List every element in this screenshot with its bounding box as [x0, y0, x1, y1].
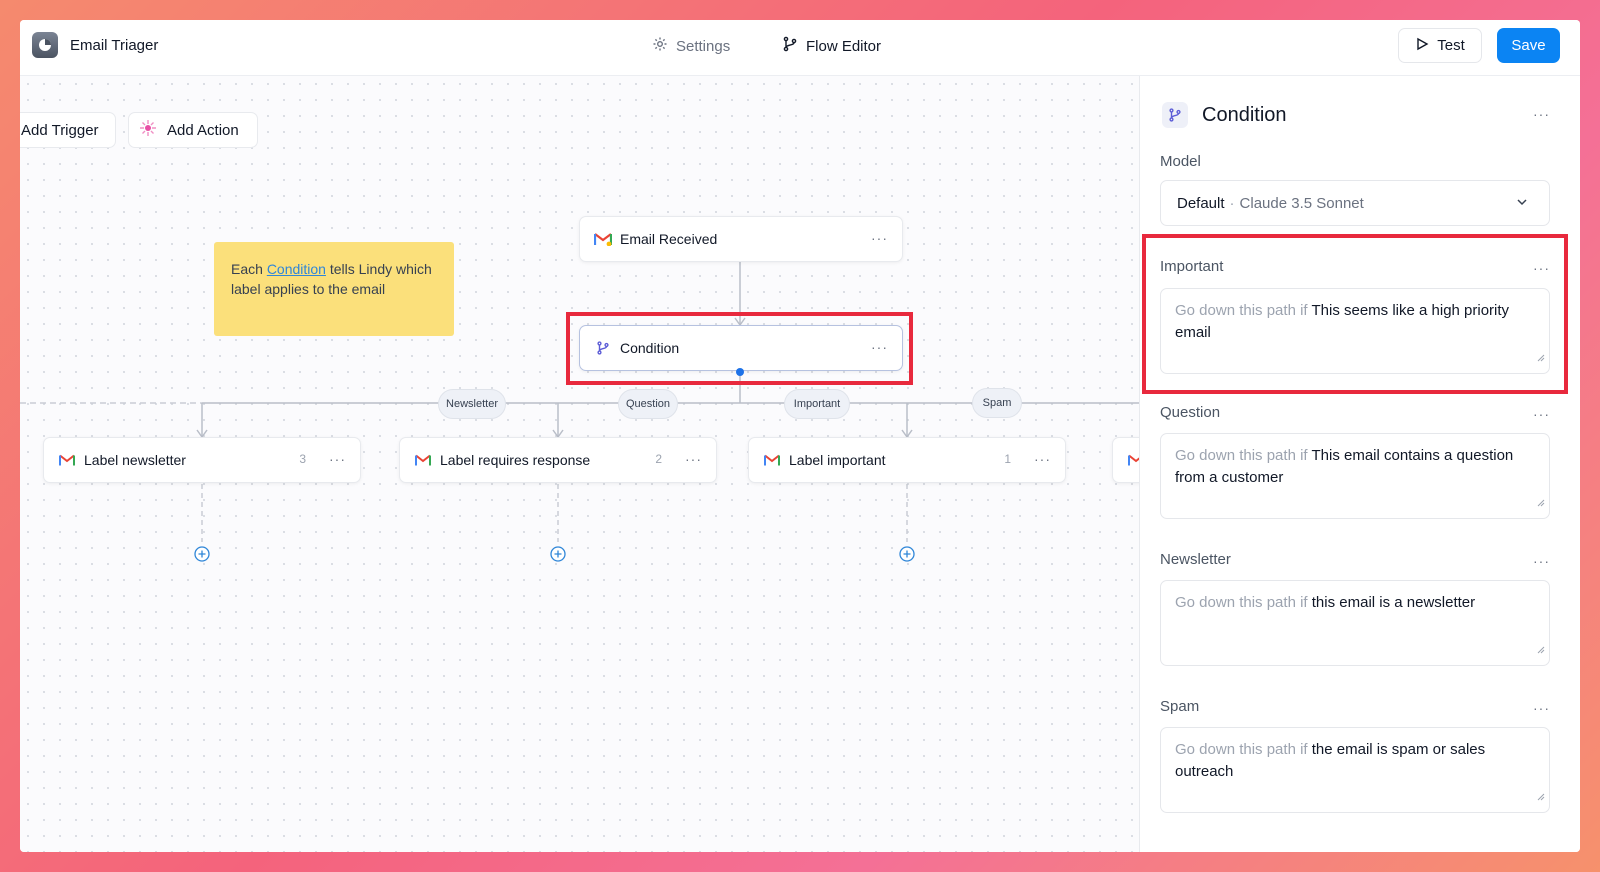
more-icon[interactable]: ··· — [1533, 553, 1550, 569]
action-node-partial[interactable] — [1112, 437, 1139, 483]
action-node-count: 3 — [299, 452, 306, 466]
branch-icon — [782, 36, 798, 56]
path-label-important: Important — [1160, 258, 1224, 275]
trigger-node-email-received[interactable]: Email Received ··· — [579, 216, 903, 262]
sticky-note[interactable]: Each Condition tells Lindy which label a… — [214, 242, 454, 336]
model-value: Default — [1177, 194, 1225, 212]
more-icon[interactable]: ··· — [329, 451, 346, 467]
resize-handle-icon[interactable] — [1535, 786, 1545, 808]
gmail-icon — [414, 451, 432, 469]
add-step-plus-icon[interactable] — [899, 546, 915, 567]
path-prefix: Go down this path if — [1175, 447, 1308, 464]
nav-flow-editor[interactable]: Flow Editor — [782, 36, 881, 56]
condition-panel: Condition ··· Model Default · Claude 3.5… — [1140, 76, 1580, 852]
path-input-newsletter[interactable]: Go down this path if this email is a new… — [1160, 580, 1550, 666]
model-sub-value: Claude 3.5 Sonnet — [1239, 194, 1364, 212]
model-separator: · — [1229, 194, 1235, 212]
action-node-count: 1 — [1004, 452, 1011, 466]
branch-icon — [594, 339, 612, 357]
path-label-newsletter: Newsletter — [1160, 551, 1231, 568]
resize-handle-icon[interactable] — [1535, 639, 1545, 661]
gmail-icon — [1127, 451, 1139, 469]
nav-flow-editor-label: Flow Editor — [806, 37, 882, 55]
action-node-label: Label newsletter — [84, 452, 186, 468]
note-text-pre: Each — [231, 261, 267, 277]
gmail-icon — [594, 230, 612, 248]
nav-settings-label: Settings — [676, 37, 731, 55]
action-node-label-newsletter[interactable]: Label newsletter 3 ··· — [43, 437, 361, 483]
branch-chip-spam[interactable]: Spam — [972, 388, 1022, 418]
gmail-icon — [58, 451, 76, 469]
save-button[interactable]: Save — [1497, 28, 1560, 63]
trigger-node-label: Email Received — [620, 231, 718, 247]
add-trigger-button[interactable]: Add Trigger — [20, 112, 116, 148]
more-icon[interactable]: ··· — [1533, 106, 1550, 122]
add-step-plus-icon[interactable] — [550, 546, 566, 567]
branch-icon — [1162, 102, 1188, 128]
action-node-count: 2 — [655, 452, 662, 466]
path-prefix: Go down this path if — [1175, 741, 1308, 758]
path-label-spam: Spam — [1160, 698, 1200, 715]
more-icon[interactable]: ··· — [871, 339, 888, 355]
test-button-label: Test — [1437, 37, 1465, 54]
nav-settings[interactable]: Settings — [652, 36, 730, 56]
chevron-down-icon — [1515, 195, 1529, 213]
resize-handle-icon[interactable] — [1535, 347, 1545, 369]
action-node-label-important[interactable]: Label important 1 ··· — [748, 437, 1066, 483]
test-button[interactable]: Test — [1398, 28, 1482, 63]
panel-header: Condition — [1162, 102, 1287, 128]
top-bar: Email Triager Settings Flow Editor Test … — [20, 20, 1580, 76]
more-icon[interactable]: ··· — [871, 230, 888, 246]
app-title: Email Triager — [70, 37, 159, 54]
more-icon[interactable]: ··· — [1034, 451, 1051, 467]
more-icon[interactable]: ··· — [1533, 700, 1550, 716]
path-label-question: Question — [1160, 404, 1221, 421]
more-icon[interactable]: ··· — [1533, 260, 1550, 276]
more-icon[interactable]: ··· — [685, 451, 702, 467]
model-label: Model — [1160, 153, 1201, 170]
connector-handle[interactable] — [736, 368, 744, 376]
condition-node-label: Condition — [620, 340, 680, 356]
path-prefix: Go down this path if — [1175, 594, 1308, 611]
path-input-question[interactable]: Go down this path if This email contains… — [1160, 433, 1550, 519]
branch-chip-question[interactable]: Question — [618, 389, 678, 419]
path-condition-text: this email is a newsletter — [1311, 594, 1476, 611]
path-input-spam[interactable]: Go down this path if the email is spam o… — [1160, 727, 1550, 813]
add-trigger-label: Add Trigger — [21, 121, 99, 139]
resize-handle-icon[interactable] — [1535, 492, 1545, 514]
path-input-important[interactable]: Go down this path if This seems like a h… — [1160, 288, 1550, 374]
add-step-plus-icon[interactable] — [194, 546, 210, 567]
branch-chip-important[interactable]: Important — [784, 389, 850, 419]
flow-canvas[interactable]: Add Trigger Add Action Each Condition te… — [20, 76, 1140, 852]
action-node-label: Label important — [789, 452, 886, 468]
app-logo-icon — [32, 32, 58, 58]
gmail-icon — [763, 451, 781, 469]
note-condition-link[interactable]: Condition — [267, 261, 326, 277]
gear-icon — [652, 36, 668, 56]
app-window: Email Triager Settings Flow Editor Test … — [20, 20, 1580, 852]
condition-node[interactable]: Condition ··· — [579, 325, 903, 371]
model-select[interactable]: Default · Claude 3.5 Sonnet — [1160, 180, 1550, 226]
branch-chip-newsletter[interactable]: Newsletter — [438, 389, 506, 419]
play-icon — [1415, 37, 1429, 55]
add-action-button[interactable]: Add Action — [128, 112, 258, 148]
panel-title: Condition — [1202, 103, 1287, 126]
add-action-label: Add Action — [167, 121, 239, 139]
path-prefix: Go down this path if — [1175, 302, 1308, 319]
action-node-label-requires-response[interactable]: Label requires response 2 ··· — [399, 437, 717, 483]
sparkle-icon — [139, 119, 157, 141]
more-icon[interactable]: ··· — [1533, 406, 1550, 422]
action-node-label: Label requires response — [440, 452, 591, 468]
